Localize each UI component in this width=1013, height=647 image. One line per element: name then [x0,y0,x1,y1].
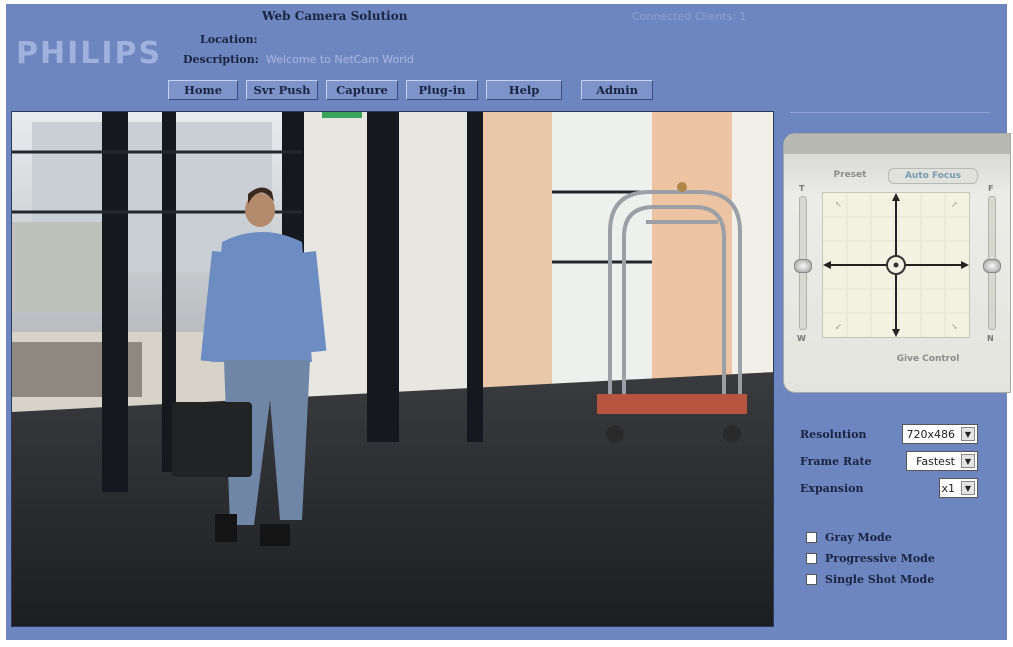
tele-label: T [799,184,805,193]
progressive-mode-label: Progressive Mode [825,552,935,565]
plugin-button[interactable]: Plug-in [406,80,478,100]
resolution-value: 720x486 [906,427,955,441]
ptz-panel-header [784,134,1010,154]
frame-rate-label: Frame Rate [800,455,872,468]
preset-tab[interactable]: Preset [818,168,882,182]
frame-rate-select[interactable]: Fastest ▼ [906,451,978,471]
gray-mode-checkbox[interactable] [806,532,817,543]
dropdown-arrow-icon: ▼ [961,454,975,468]
location-label: Location: [200,33,258,46]
connected-clients: Connected Clients: 1 [632,10,747,23]
gray-mode-label: Gray Mode [825,531,892,544]
resolution-select[interactable]: 720x486 ▼ [902,424,978,444]
near-label: N [987,334,994,343]
give-control-button[interactable]: Give Control [874,352,982,366]
svg-text:↗: ↗ [951,200,958,209]
progressive-mode-checkbox[interactable] [806,553,817,564]
philips-logo: PHILIPS [16,36,163,71]
help-button[interactable]: Help [486,80,562,100]
panel-divider [790,112,990,113]
svg-text:↙: ↙ [835,322,842,331]
server-push-button[interactable]: Svr Push [246,80,318,100]
resolution-label: Resolution [800,428,867,441]
capture-button[interactable]: Capture [326,80,398,100]
frame-rate-value: Fastest [916,454,955,468]
single-shot-mode-checkbox[interactable] [806,574,817,585]
pan-tilt-pad[interactable]: ↖ ↗ ↙ ↘ [822,192,970,338]
svg-text:↘: ↘ [951,322,958,331]
progressive-mode-row: Progressive Mode [806,552,935,565]
gray-mode-row: Gray Mode [806,531,892,544]
description-label: Description: [183,53,259,66]
admin-button[interactable]: Admin [581,80,653,100]
single-shot-mode-label: Single Shot Mode [825,573,935,586]
dropdown-arrow-icon: ▼ [961,427,975,441]
ptz-control-panel: Preset Auto Focus T W F N ↖ ↗ ↙ ↘ Give C… [783,133,1011,393]
home-button[interactable]: Home [168,80,238,100]
wide-label: W [797,334,806,343]
autofocus-tab[interactable]: Auto Focus [888,168,978,184]
single-shot-mode-row: Single Shot Mode [806,573,934,586]
focus-slider-handle[interactable] [983,259,1001,273]
pan-tilt-crosshair: ↖ ↗ ↙ ↘ [823,193,969,337]
video-scene [12,112,773,626]
expansion-label: Expansion [800,482,864,495]
expansion-select[interactable]: x1 ▼ [939,478,978,498]
camera-video-feed[interactable] [11,111,774,627]
far-label: F [988,184,994,193]
description-value: Welcome to NetCam World [266,53,414,66]
svg-text:↖: ↖ [835,200,842,209]
page-title: Web Camera Solution [262,9,408,23]
expansion-value: x1 [941,481,955,495]
dropdown-arrow-icon: ▼ [961,481,975,495]
zoom-slider-handle[interactable] [794,259,812,273]
